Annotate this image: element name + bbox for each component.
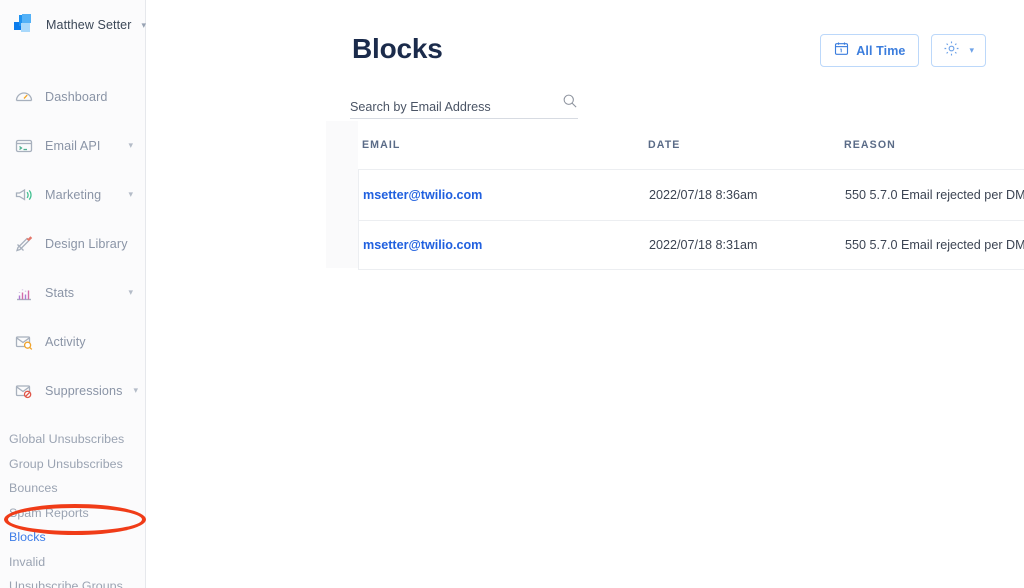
sidebar-item-dashboard[interactable]: Dashboard <box>0 72 145 121</box>
sidebar-item-spam-reports[interactable]: Spam Reports <box>0 501 145 526</box>
chevron-down-icon: ▾ <box>128 287 133 297</box>
email-link[interactable]: msetter@twilio.com <box>363 238 482 252</box>
table-body: msetter@twilio.com 2022/07/18 8:36am 550… <box>358 169 1024 270</box>
table-row[interactable]: msetter@twilio.com 2022/07/18 8:36am 550… <box>359 170 1024 220</box>
sidebar-item-bounces[interactable]: Bounces <box>0 476 145 501</box>
cell-email: msetter@twilio.com <box>359 238 649 252</box>
sidebar-item-label: Suppressions <box>45 383 123 398</box>
account-switcher[interactable]: Matthew Setter ▾ <box>0 0 146 50</box>
sidebar-subitem-label: Global Unsubscribes <box>9 432 125 447</box>
dashboard-gauge-icon <box>14 87 34 107</box>
calendar-icon <box>834 41 849 61</box>
twilio-sendgrid-logo-icon <box>14 14 36 36</box>
sidebar-item-marketing[interactable]: Marketing ▾ <box>0 170 145 219</box>
sidebar-item-blocks[interactable]: Blocks <box>0 525 145 550</box>
page-title: Blocks <box>352 33 443 64</box>
sidebar-subitem-label: Blocks <box>9 530 46 545</box>
pencil-ruler-icon <box>14 234 34 254</box>
chevron-down-icon: ▾ <box>128 140 133 150</box>
search-field[interactable] <box>350 93 578 119</box>
envelope-search-icon <box>14 332 34 352</box>
sidebar-item-label: Dashboard <box>45 89 108 104</box>
sidebar-item-invalid[interactable]: Invalid <box>0 550 145 575</box>
sidebar-subitem-label: Invalid <box>9 554 46 569</box>
page-actions: All Time ▾ <box>820 34 986 67</box>
sidebar-subitem-label: Bounces <box>9 481 58 496</box>
sidebar: Matthew Setter ▾ Dashboard Email API ▾ M… <box>0 0 146 588</box>
all-time-button[interactable]: All Time <box>820 34 920 67</box>
suppressions-subnav: Global Unsubscribes Group Unsubscribes B… <box>0 415 145 588</box>
gear-icon <box>943 40 960 62</box>
cell-reason: 550 5.7.0 Email rejected per DMARC polic… <box>845 237 1024 252</box>
sidebar-item-email-api[interactable]: Email API ▾ <box>0 121 145 170</box>
table-left-gutter <box>326 121 358 268</box>
column-header-reason: REASON <box>844 139 896 151</box>
main-content: Blocks All Time ▾ Search by Email Addres… <box>146 0 1024 588</box>
sidebar-subitem-label: Spam Reports <box>9 505 89 520</box>
chevron-down-icon: ▾ <box>969 45 974 55</box>
column-header-email: EMAIL <box>362 139 401 151</box>
terminal-icon <box>14 136 34 156</box>
cell-email: msetter@twilio.com <box>359 188 649 202</box>
table-row[interactable]: msetter@twilio.com 2022/07/18 8:31am 550… <box>359 219 1024 270</box>
cell-date: 2022/07/18 8:31am <box>649 237 758 252</box>
search-icon[interactable] <box>562 93 578 114</box>
sidebar-item-label: Design Library <box>45 236 128 251</box>
blocks-table: EMAIL DATE REASON msetter@twilio.com 202… <box>358 121 1024 270</box>
account-name: Matthew Setter <box>46 18 132 32</box>
sidebar-item-stats[interactable]: Stats ▾ <box>0 268 145 317</box>
sidebar-item-global-unsubscribes[interactable]: Global Unsubscribes <box>0 427 145 452</box>
sendgrid-suppressions-blocks-page: Matthew Setter ▾ Dashboard Email API ▾ M… <box>0 0 1024 588</box>
sidebar-item-label: Activity <box>45 334 86 349</box>
megaphone-icon <box>14 185 34 205</box>
sidebar-item-label: Stats <box>45 285 75 300</box>
settings-button[interactable]: ▾ <box>931 34 986 67</box>
email-link[interactable]: msetter@twilio.com <box>363 188 482 202</box>
envelope-blocked-icon <box>14 381 34 401</box>
cell-reason: 550 5.7.0 Email rejected per DMARC polic… <box>845 187 1024 202</box>
chevron-down-icon: ▾ <box>128 189 133 199</box>
sidebar-item-suppressions[interactable]: Suppressions ▾ <box>0 366 145 415</box>
search-input[interactable] <box>350 100 545 114</box>
sidebar-item-design-library[interactable]: Design Library <box>0 219 145 268</box>
main-navigation: Dashboard Email API ▾ Marketing ▾ Design… <box>0 50 145 588</box>
sidebar-item-label: Email API <box>45 138 101 153</box>
all-time-label: All Time <box>856 43 906 58</box>
column-header-date: DATE <box>648 139 681 151</box>
sidebar-item-unsubscribe-groups[interactable]: Unsubscribe Groups <box>0 574 145 588</box>
chevron-down-icon: ▾ <box>133 385 139 395</box>
cell-date: 2022/07/18 8:36am <box>649 187 758 202</box>
bar-chart-icon <box>14 283 34 303</box>
sidebar-subitem-label: Unsubscribe Groups <box>9 579 123 588</box>
sidebar-item-label: Marketing <box>45 187 102 202</box>
sidebar-subitem-label: Group Unsubscribes <box>9 456 123 471</box>
table-header-row: EMAIL DATE REASON <box>358 121 1024 169</box>
sidebar-item-activity[interactable]: Activity <box>0 317 145 366</box>
sidebar-item-group-unsubscribes[interactable]: Group Unsubscribes <box>0 452 145 477</box>
